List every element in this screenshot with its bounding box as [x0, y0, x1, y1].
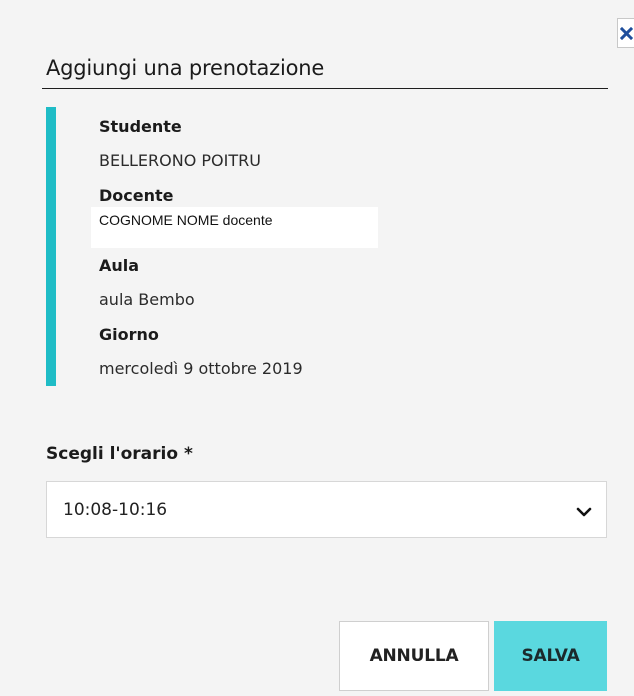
time-select[interactable]: 10:08-10:16: [46, 481, 607, 538]
title-divider: [42, 88, 608, 89]
time-select-label: Scegli l'orario *: [46, 444, 193, 464]
details-accent-bar: [46, 107, 56, 386]
day-label: Giorno: [99, 325, 159, 344]
day-value: mercoledì 9 ottobre 2019: [99, 359, 303, 378]
cancel-button[interactable]: ANNULLA: [339, 621, 489, 691]
room-label: Aula: [99, 256, 140, 275]
teacher-value: COGNOME NOME docente: [99, 212, 273, 228]
student-value: BELLERONO POITRU: [99, 151, 261, 170]
time-select-value: 10:08-10:16: [63, 500, 168, 520]
save-button[interactable]: SALVA: [494, 621, 607, 691]
student-label: Studente: [99, 117, 182, 136]
teacher-label: Docente: [99, 186, 174, 205]
dialog-title: Aggiungi una prenotazione: [46, 56, 325, 80]
close-icon: [619, 26, 633, 40]
room-value: aula Bembo: [99, 290, 195, 309]
close-button[interactable]: [617, 18, 634, 48]
chevron-down-icon: [576, 503, 592, 522]
